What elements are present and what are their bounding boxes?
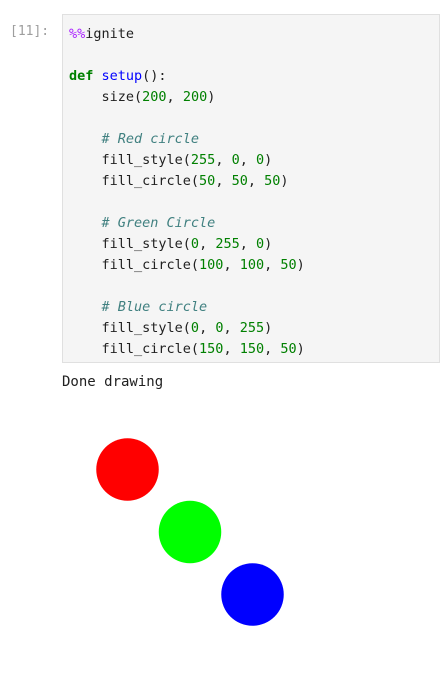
code-line: fill_style(255, 0, 0) bbox=[69, 152, 273, 168]
code-editor[interactable]: %%ignite def setup(): size(200, 200) # R… bbox=[62, 14, 440, 363]
input-prompt: [11]: bbox=[10, 24, 50, 39]
code-line: size(200, 200) bbox=[69, 89, 216, 105]
output-canvas bbox=[96, 438, 284, 626]
green-circle bbox=[158, 500, 222, 564]
code-line: def setup(): bbox=[69, 68, 167, 84]
code-line: fill_circle(100, 100, 50) bbox=[69, 257, 305, 273]
code-line: %%ignite bbox=[69, 26, 135, 42]
code-line: fill_style(0, 0, 255) bbox=[69, 320, 273, 336]
code-line: fill_circle(50, 50, 50) bbox=[69, 173, 289, 189]
code-line: fill_circle(150, 150, 50) bbox=[69, 341, 305, 357]
code-line: # Blue circle bbox=[101, 299, 208, 315]
code-line: fill_style(0, 255, 0) bbox=[69, 236, 273, 252]
code-line: # Red circle bbox=[101, 131, 200, 147]
code-text[interactable]: %%ignite def setup(): size(200, 200) # R… bbox=[69, 24, 305, 360]
blue-circle bbox=[221, 563, 284, 626]
output-text: Done drawing bbox=[62, 374, 164, 390]
red-circle bbox=[96, 438, 159, 501]
notebook-cell: [11]: %%ignite def setup(): size(200, 20… bbox=[0, 0, 441, 685]
code-line: # Green Circle bbox=[101, 215, 216, 231]
